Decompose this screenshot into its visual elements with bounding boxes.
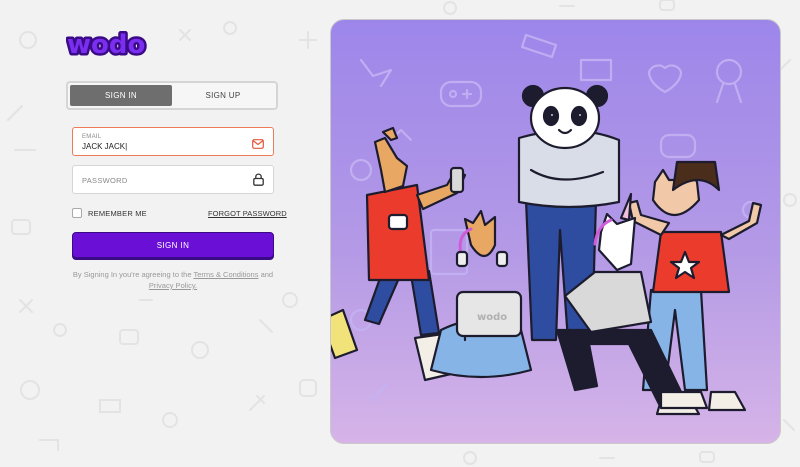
email-label: EMAIL [82, 134, 102, 140]
email-field[interactable]: EMAIL JACK JACK| [72, 127, 274, 156]
hero-illustration: wodo [330, 19, 781, 444]
tab-sign-in[interactable]: SIGN IN [70, 85, 172, 106]
password-input[interactable] [82, 176, 242, 185]
terms-link[interactable]: Terms & Conditions [193, 270, 258, 279]
terms-text: By Signing In you're agreeing to the Ter… [72, 269, 274, 291]
laptop-logo-text: wodo [477, 312, 507, 323]
auth-tabs: SIGN IN SIGN UP [66, 81, 278, 110]
email-input[interactable]: JACK JACK| [82, 142, 242, 151]
wodo-logo[interactable]: wodo wodo [65, 28, 158, 63]
mail-icon [252, 136, 264, 154]
terms-prefix: By Signing In you're agreeing to the [72, 270, 194, 279]
remember-checkbox[interactable] [72, 208, 82, 218]
characters-illustration: wodo [331, 33, 763, 416]
password-field[interactable] [72, 165, 274, 194]
tab-sign-up[interactable]: SIGN UP [172, 85, 274, 106]
privacy-link[interactable]: Privacy Policy. [149, 281, 197, 290]
svg-text:wodo: wodo [67, 30, 145, 58]
terms-middle: and [258, 270, 274, 279]
forgot-password-link[interactable]: FORGOT PASSWORD [208, 209, 287, 218]
lock-icon [253, 173, 264, 191]
remember-me[interactable]: REMEMBER ME [72, 208, 147, 218]
remember-label: REMEMBER ME [88, 208, 147, 218]
sign-in-button[interactable]: SIGN IN [72, 232, 274, 258]
